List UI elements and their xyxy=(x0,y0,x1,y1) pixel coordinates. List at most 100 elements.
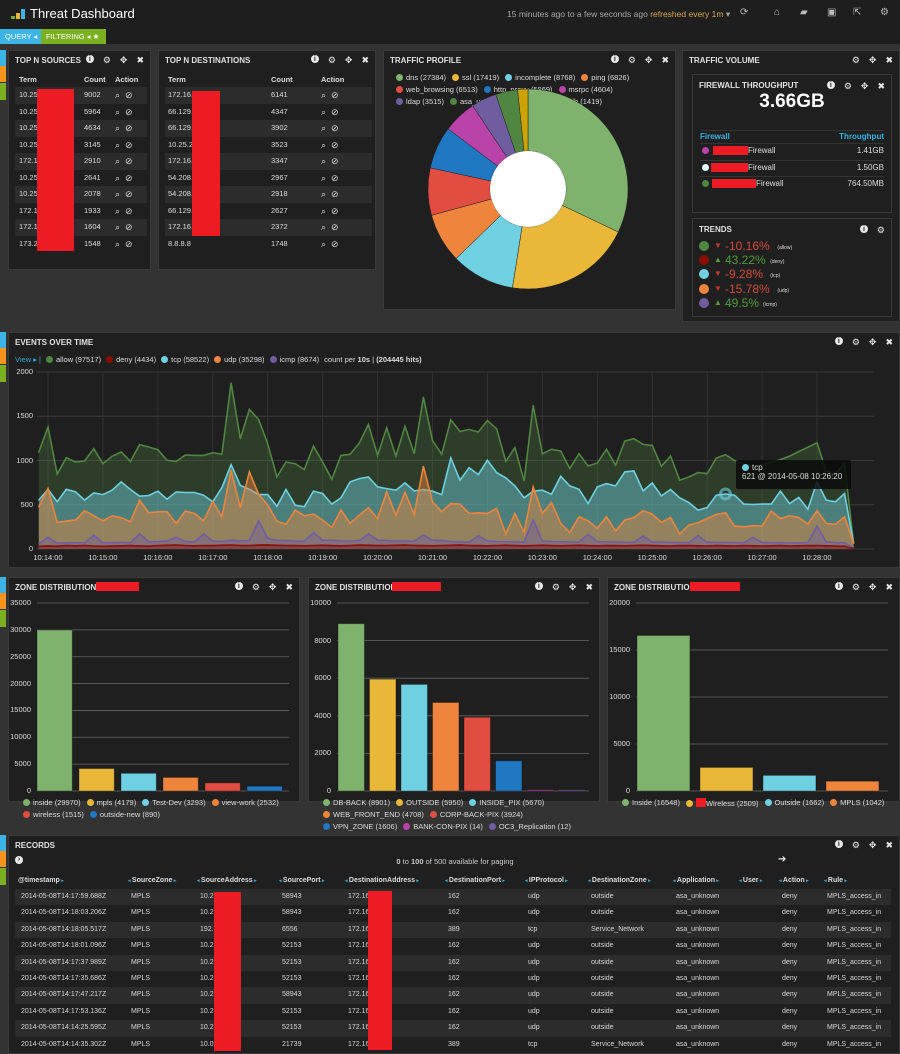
exclude-icon[interactable]: ⊘ xyxy=(331,236,339,253)
search-icon[interactable]: ⌕ xyxy=(321,170,326,187)
move-right-icon[interactable]: ▸ xyxy=(647,878,651,884)
move-right-icon[interactable]: ▸ xyxy=(715,878,719,884)
exclude-icon[interactable]: ⊘ xyxy=(331,186,339,203)
table-row[interactable]: 2014-05-08T14:18:01.096Z MPLS 10.25 52153 17… xyxy=(15,938,891,954)
table-row[interactable]: 2014-05-08T14:17:59.688Z MPLS 10.25 58943 17… xyxy=(15,889,891,906)
exclude-icon[interactable]: ⊘ xyxy=(125,153,133,170)
legend-item[interactable]: OC3_Replication (12) xyxy=(488,822,571,831)
search-icon[interactable]: ⌕ xyxy=(321,137,326,154)
column-label[interactable]: IPProtocol xyxy=(529,877,564,884)
column-header-destinationport[interactable]: ◂ DestinationPort ▸ xyxy=(445,877,505,884)
legend-item[interactable]: INSIDE_PIX (5670) xyxy=(469,798,544,807)
bar-corp-back-pix[interactable] xyxy=(463,716,491,792)
table-row[interactable]: 2014-05-08T14:18:05.517Z MPLS 192.1 6556 172… xyxy=(15,921,891,939)
term-link[interactable]: 10.25.2 xyxy=(168,137,193,154)
legend-item[interactable]: BANK-CON-PIX (14) xyxy=(403,822,483,831)
bar-outside[interactable] xyxy=(762,774,817,792)
term-link[interactable]: 66.129. xyxy=(168,104,193,121)
column-label[interactable]: Action xyxy=(783,877,805,884)
column-header-rule[interactable]: ◂ Rule ▸ xyxy=(824,877,847,884)
table-row[interactable]: 2014-05-08T14:18:03.206Z MPLS 10.25 58943 17… xyxy=(15,905,891,921)
legend-item[interactable]: Outside (1662) xyxy=(764,798,824,808)
search-icon[interactable]: ⌕ xyxy=(321,186,326,203)
info-icon[interactable]: i xyxy=(310,55,319,63)
row-color-strip[interactable] xyxy=(0,66,6,82)
exclude-icon[interactable]: ⊘ xyxy=(331,153,339,170)
legend-item[interactable]: Inside (16548) xyxy=(622,798,680,808)
close-icon[interactable]: ✖ xyxy=(361,55,369,65)
table-row[interactable]: 2014-05-08T14:14:25.595Z MPLS 10.25 52153 17… xyxy=(15,1020,891,1037)
exclude-icon[interactable]: ⊘ xyxy=(125,87,133,104)
search-icon[interactable]: ⌕ xyxy=(115,153,120,170)
column-header-destinationzone[interactable]: ◂ DestinationZone ▸ xyxy=(588,877,651,884)
exclude-icon[interactable]: ⊘ xyxy=(331,203,339,220)
search-icon[interactable]: ⌕ xyxy=(321,120,326,137)
term-link[interactable]: 66.129. xyxy=(168,203,193,220)
exclude-icon[interactable]: ⊘ xyxy=(125,137,133,154)
move-icon[interactable]: ✥ xyxy=(345,55,353,65)
gear-icon[interactable]: ⚙ xyxy=(852,840,860,850)
search-icon[interactable]: ⌕ xyxy=(115,186,120,203)
column-header-sourceaddress[interactable]: ◂ SourceAddress ▸ xyxy=(197,877,257,884)
info-icon[interactable]: i xyxy=(834,840,843,848)
column-label[interactable]: SourceZone xyxy=(132,877,172,884)
query-tab[interactable]: QUERY ◂ xyxy=(0,29,41,44)
column-label[interactable]: DestinationZone xyxy=(592,877,647,884)
exclude-icon[interactable]: ⊘ xyxy=(125,170,133,187)
row-color-strip[interactable] xyxy=(0,851,6,867)
table-row[interactable]: 2014-05-08T14:17:53.136Z MPLS 10.25 52153 17… xyxy=(15,1004,891,1020)
term-link[interactable]: 172.16. xyxy=(168,87,193,104)
gear-icon[interactable]: ⚙ xyxy=(103,55,111,65)
bar-mpls[interactable] xyxy=(825,780,880,792)
search-icon[interactable]: ⌕ xyxy=(321,153,326,170)
search-icon[interactable]: ⌕ xyxy=(321,219,326,236)
column-header-application[interactable]: ◂ Application ▸ xyxy=(673,877,719,884)
term-link[interactable]: 10.25 xyxy=(19,186,38,203)
refresh-icon[interactable]: ⟳ xyxy=(740,7,748,18)
term-link[interactable]: 54.208. xyxy=(168,170,193,187)
firewall-column-header[interactable]: Firewall xyxy=(700,132,730,141)
column-label[interactable]: SourceAddress xyxy=(201,877,253,884)
gear-icon[interactable]: ⚙ xyxy=(877,225,885,235)
gear-icon[interactable]: ⚙ xyxy=(880,7,889,18)
filtering-label[interactable]: FILTERING xyxy=(46,32,85,41)
legend-item[interactable]: MPLS (1042) xyxy=(830,798,884,808)
bar-inside_pix[interactable] xyxy=(400,683,428,792)
term-link[interactable]: 54.208. xyxy=(168,186,193,203)
column-label[interactable]: SourcePort xyxy=(283,877,321,884)
row-color-strip[interactable] xyxy=(0,83,6,100)
column-header-term[interactable]: Term xyxy=(19,75,37,84)
column-header-sourcezone[interactable]: ◂ SourceZone ▸ xyxy=(128,877,176,884)
save-icon[interactable]: ▣ xyxy=(827,7,836,18)
legend-item[interactable]: mpls (4179) xyxy=(86,798,136,807)
gear-icon[interactable]: ⚙ xyxy=(852,55,860,65)
term-link[interactable]: 172.1 xyxy=(19,153,38,170)
move-right-icon[interactable]: ▸ xyxy=(321,878,325,884)
gear-icon[interactable]: ⚙ xyxy=(328,55,336,65)
row-color-strip[interactable] xyxy=(0,50,6,66)
search-icon[interactable]: ⌕ xyxy=(321,236,326,253)
table-row[interactable]: 2014-05-08T14:17:47.217Z MPLS 10.25 58943 17… xyxy=(15,987,891,1004)
bar-oc3_replication[interactable] xyxy=(558,789,586,792)
term-link[interactable]: 172.1 xyxy=(19,219,38,236)
time-range-text[interactable]: 15 minutes ago to a few seconds ago xyxy=(507,9,648,19)
row-color-strip[interactable] xyxy=(0,332,6,348)
refresh-interval[interactable]: refreshed every 1m xyxy=(650,9,723,19)
term-link[interactable]: 10.25 xyxy=(19,104,38,121)
column-label[interactable]: DestinationAddress xyxy=(349,877,415,884)
column-label[interactable]: Rule xyxy=(828,877,843,884)
bar-outside-new[interactable] xyxy=(246,785,283,792)
caret-down-icon[interactable]: ▾ xyxy=(726,9,730,19)
search-icon[interactable]: ⌕ xyxy=(115,203,120,220)
row-color-strip[interactable] xyxy=(0,577,6,593)
gear-icon[interactable]: ⚙ xyxy=(844,81,852,91)
term-link[interactable]: 173.2 xyxy=(19,236,38,253)
bar-wireless[interactable] xyxy=(204,782,241,792)
column-header-count[interactable]: Count xyxy=(84,75,106,84)
legend-item[interactable]: OUTSIDE (5950) xyxy=(396,798,463,807)
search-icon[interactable]: ⌕ xyxy=(321,87,326,104)
bar-inside[interactable] xyxy=(636,634,691,792)
search-icon[interactable]: ⌕ xyxy=(321,104,326,121)
move-icon[interactable]: ✥ xyxy=(120,55,128,65)
move-icon[interactable]: ✥ xyxy=(869,840,877,850)
